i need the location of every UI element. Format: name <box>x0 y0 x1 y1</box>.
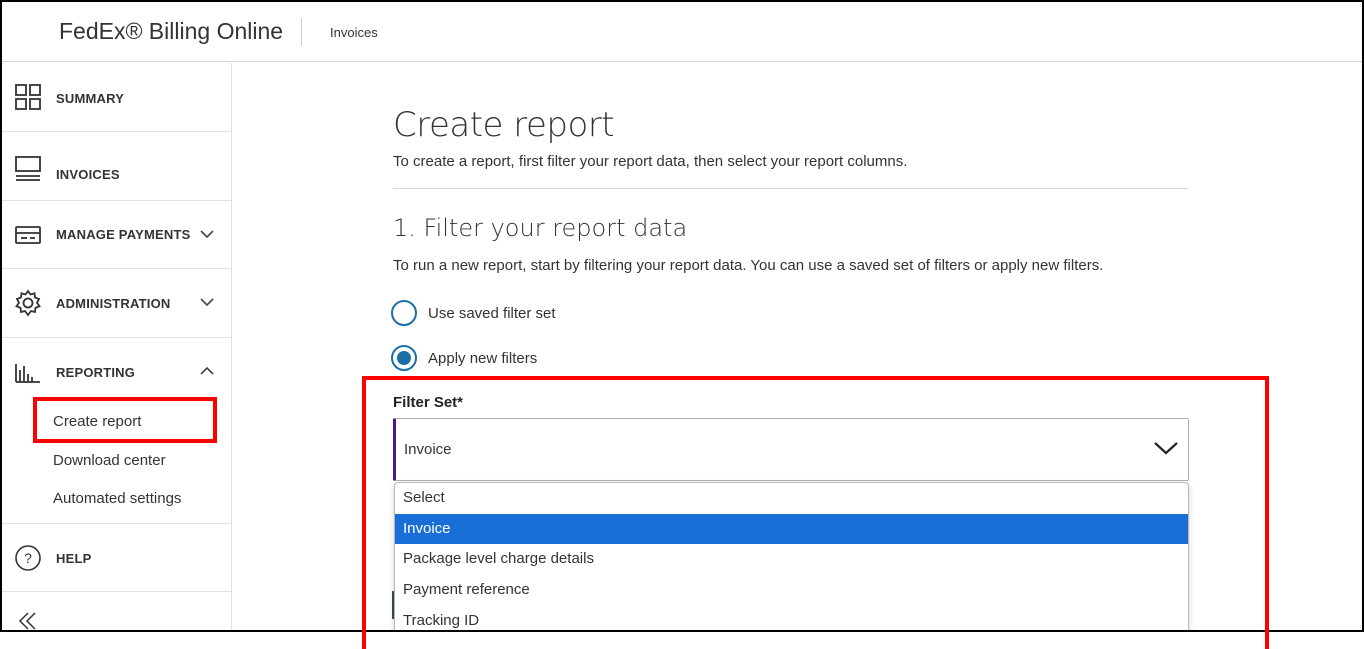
radio-button[interactable] <box>391 300 417 326</box>
radio-apply-new-filters[interactable]: Apply new filters <box>391 345 537 371</box>
dropdown-option-invoice[interactable]: Invoice <box>395 514 1188 544</box>
main-content: Create report To create a report, first … <box>233 63 1362 630</box>
bar-chart-icon <box>14 362 42 389</box>
sidebar-subitem-create-report[interactable]: Create report <box>53 413 141 430</box>
sidebar: SUMMARY INVOICES MANAGE PAYMENTS ADMINIS… <box>2 63 232 630</box>
page-subtitle: To create a report, first filter your re… <box>393 153 908 170</box>
dropdown-option-select[interactable]: Select <box>395 483 1188 513</box>
brand-divider <box>301 18 302 46</box>
sidebar-item-manage-payments[interactable]: MANAGE PAYMENTS <box>2 201 231 269</box>
sidebar-item-summary[interactable]: SUMMARY <box>2 63 231 132</box>
dropdown-option-package-level-charge-details[interactable]: Package level charge details <box>395 544 1188 574</box>
top-bar: FedEx® Billing Online Invoices <box>2 2 1362 62</box>
sidebar-item-label: REPORTING <box>56 365 136 380</box>
radio-label: Apply new filters <box>428 349 538 367</box>
gear-icon <box>14 289 42 322</box>
sidebar-item-label: SUMMARY <box>56 91 125 106</box>
sidebar-item-administration[interactable]: ADMINISTRATION <box>2 269 231 338</box>
grid-icon <box>14 83 42 116</box>
sidebar-subitem-automated-settings[interactable]: Automated settings <box>53 490 181 507</box>
filter-set-dropdown: Select Invoice Package level charge deta… <box>394 482 1189 630</box>
filter-set-value: Invoice <box>404 441 452 458</box>
sidebar-item-label: INVOICES <box>56 167 120 182</box>
sidebar-item-label: HELP <box>56 551 92 566</box>
section-divider <box>393 188 1188 189</box>
app-frame: FedEx® Billing Online Invoices SUMMARY I… <box>0 0 1364 632</box>
sidebar-item-reporting[interactable]: REPORTING Create report Download center … <box>2 338 231 524</box>
sidebar-subitem-download-center[interactable]: Download center <box>53 452 166 469</box>
filter-set-select[interactable]: Invoice <box>393 418 1189 481</box>
page-title: Create report <box>393 105 615 145</box>
dropdown-option-tracking-id[interactable]: Tracking ID <box>395 606 1188 630</box>
double-chevron-left-icon[interactable] <box>16 608 38 630</box>
radio-label: Use saved filter set <box>428 304 556 322</box>
chevron-up-icon[interactable] <box>199 364 215 380</box>
radio-use-saved-filter-set[interactable]: Use saved filter set <box>391 300 556 326</box>
chevron-down-icon[interactable] <box>199 295 215 311</box>
svg-text:?: ? <box>24 550 32 566</box>
section-subtitle: To run a new report, start by filtering … <box>393 257 1104 274</box>
chevron-down-icon[interactable] <box>1152 438 1180 463</box>
filter-set-label: Filter Set* <box>393 394 464 411</box>
brand-logo[interactable]: FedEx® Billing Online <box>59 18 283 45</box>
chevron-down-icon[interactable] <box>199 227 215 243</box>
sidebar-item-invoices[interactable]: INVOICES <box>2 132 231 201</box>
breadcrumb[interactable]: Invoices <box>330 25 378 40</box>
invoice-icon <box>14 154 42 187</box>
sidebar-item-label: ADMINISTRATION <box>56 296 171 311</box>
help-icon: ? <box>14 544 42 577</box>
sidebar-item-label: MANAGE PAYMENTS <box>56 227 191 242</box>
section-title: 1. Filter your report data <box>393 214 688 242</box>
radio-button-checked[interactable] <box>391 345 417 371</box>
dropdown-option-payment-reference[interactable]: Payment reference <box>395 575 1188 605</box>
sidebar-item-help[interactable]: ? HELP <box>2 524 231 592</box>
card-icon <box>14 223 42 252</box>
